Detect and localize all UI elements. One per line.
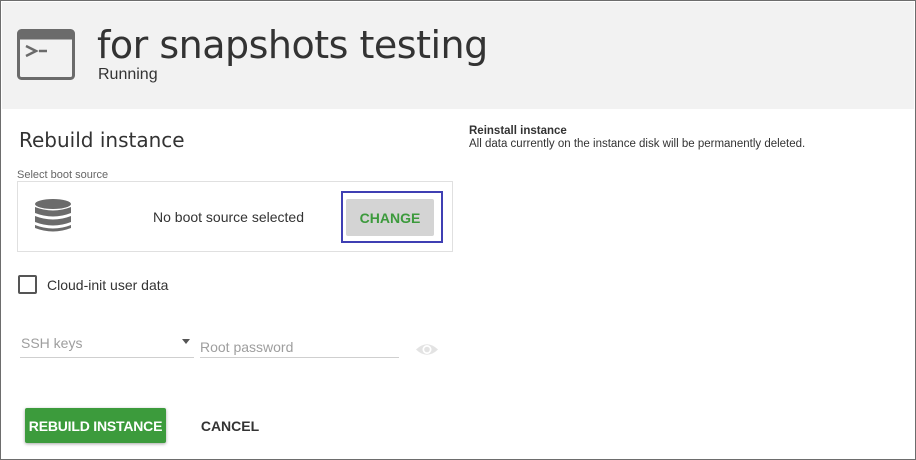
cloud-init-checkbox[interactable] bbox=[18, 275, 37, 294]
dialog-frame: for snapshots testing Running Rebuild in… bbox=[0, 0, 916, 460]
ssh-keys-select[interactable]: SSH keys bbox=[20, 334, 194, 358]
ssh-keys-placeholder: SSH keys bbox=[21, 335, 83, 351]
reinstall-info: Reinstall instance All data currently on… bbox=[469, 125, 805, 151]
boot-source-value: No boot source selected bbox=[153, 209, 304, 225]
page-title: for snapshots testing bbox=[97, 23, 488, 67]
section-title: Rebuild instance bbox=[19, 128, 185, 152]
database-icon bbox=[35, 199, 71, 232]
cancel-button[interactable]: CANCEL bbox=[191, 408, 269, 443]
boot-source-panel: No boot source selected CHANGE bbox=[17, 181, 453, 252]
cloud-init-label[interactable]: Cloud-init user data bbox=[47, 277, 168, 293]
eye-icon[interactable] bbox=[415, 341, 439, 358]
instance-header: for snapshots testing Running bbox=[2, 2, 914, 109]
boot-source-label: Select boot source bbox=[17, 169, 109, 181]
root-password-input[interactable] bbox=[200, 337, 399, 358]
caret-down-icon bbox=[182, 339, 190, 344]
change-boot-source-button[interactable]: CHANGE bbox=[346, 199, 434, 236]
rebuild-instance-button[interactable]: REBUILD INSTANCE bbox=[25, 408, 166, 443]
instance-status: Running bbox=[98, 66, 158, 83]
terminal-icon bbox=[17, 29, 75, 80]
reinstall-info-heading: Reinstall instance bbox=[469, 125, 567, 137]
reinstall-info-text: All data currently on the instance disk … bbox=[469, 138, 806, 150]
